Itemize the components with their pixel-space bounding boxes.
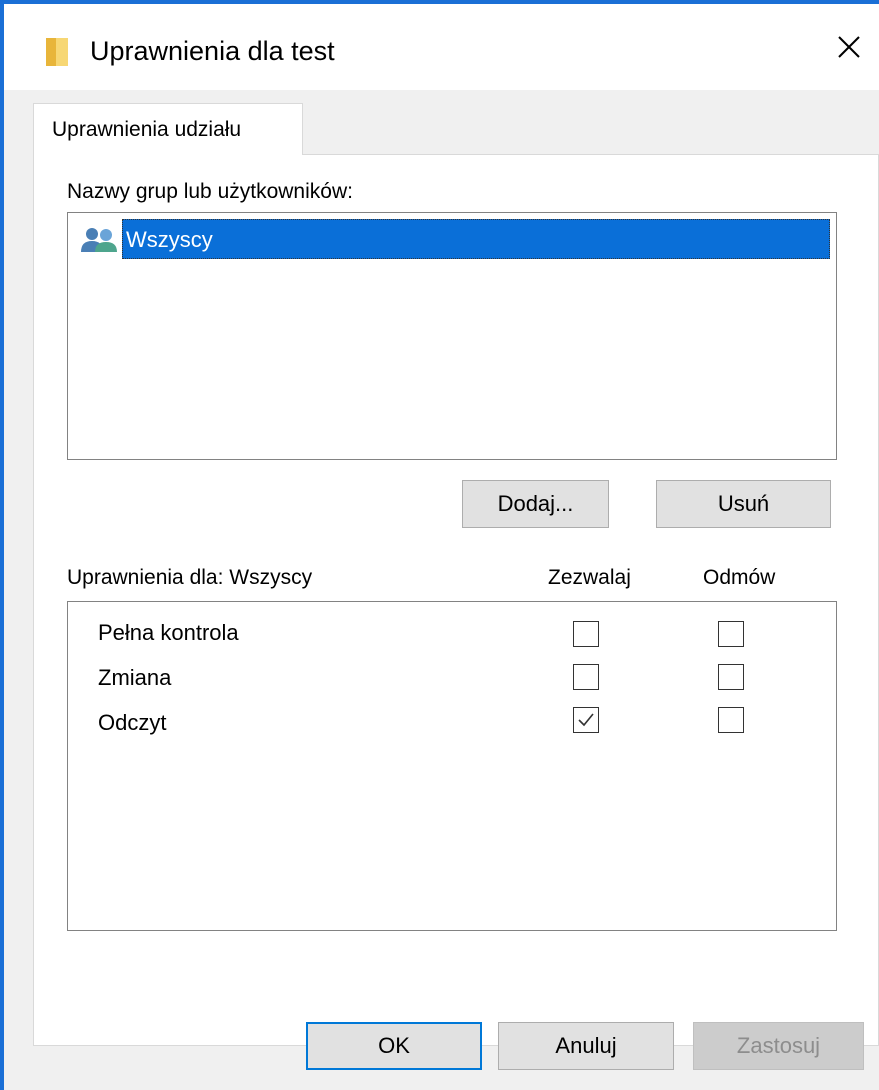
selection-highlight [122, 219, 830, 259]
deny-column-header: Odmów [703, 566, 776, 589]
close-icon [837, 35, 861, 64]
read-allow-checkbox[interactable] [573, 707, 599, 733]
window-title: Uprawnienia dla test [90, 36, 335, 66]
apply-button[interactable]: Zastosuj [693, 1022, 864, 1070]
groups-label: Nazwy grup lub użytkowników: [67, 180, 353, 203]
change-allow-checkbox[interactable] [573, 664, 599, 690]
full-control-allow-checkbox[interactable] [573, 621, 599, 647]
checkmark-icon [578, 713, 594, 727]
permission-change-label: Zmiana [98, 665, 172, 690]
read-deny-checkbox[interactable] [718, 707, 744, 733]
permission-read-label: Odczyt [98, 710, 167, 735]
ok-button[interactable]: OK [306, 1022, 482, 1070]
permission-full-control-label: Pełna kontrola [98, 620, 239, 645]
folder-icon [46, 38, 68, 66]
tab-share-permissions[interactable]: Uprawnienia udziału [33, 103, 303, 155]
cancel-button[interactable]: Anuluj [498, 1022, 674, 1070]
tab-label: Uprawnienia udziału [52, 118, 242, 141]
permissions-dialog: Uprawnienia dla test Uprawnienia udziału… [0, 0, 879, 1090]
group-name: Wszyscy [126, 227, 213, 252]
list-item[interactable]: Wszyscy [74, 219, 831, 259]
permissions-for-label: Uprawnienia dla: Wszyscy [67, 566, 313, 589]
group-users-icon [80, 227, 120, 253]
remove-button[interactable]: Usuń [656, 480, 831, 528]
add-button[interactable]: Dodaj... [462, 480, 609, 528]
title-bar[interactable]: Uprawnienia dla test [4, 4, 879, 90]
full-control-deny-checkbox[interactable] [718, 621, 744, 647]
permissions-list: Pełna kontrola Zmiana Odczyt [67, 601, 837, 931]
window-border-top [0, 0, 879, 4]
change-deny-checkbox[interactable] [718, 664, 744, 690]
allow-column-header: Zezwalaj [548, 566, 631, 589]
window-border-left [0, 0, 4, 1090]
groups-listbox[interactable]: Wszyscy [67, 212, 837, 460]
close-button[interactable] [824, 24, 874, 74]
